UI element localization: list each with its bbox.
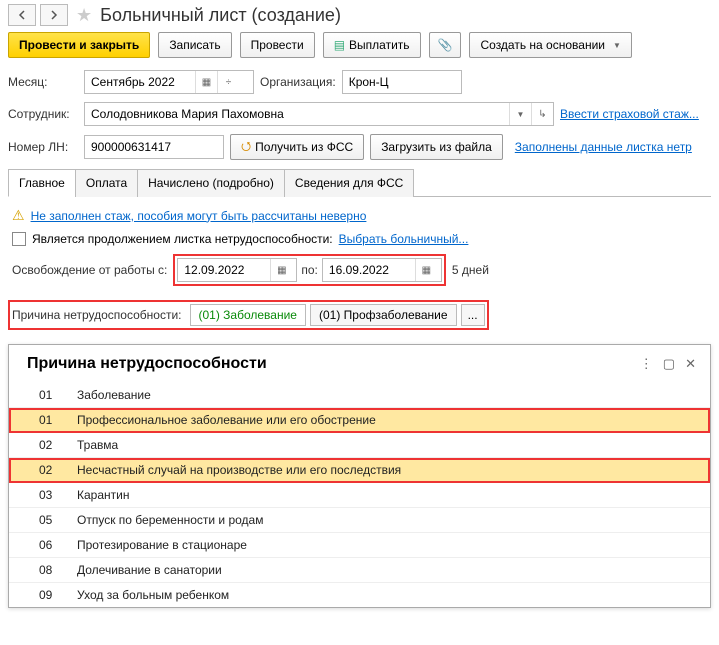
date-from-calendar-icon[interactable]: ▦	[270, 259, 292, 281]
cause-option-name: Протезирование в стационаре	[77, 538, 700, 552]
cause-option-name: Долечивание в санатории	[77, 563, 700, 577]
continuation-label: Является продолжением листка нетрудоспос…	[32, 232, 333, 246]
cause-option-name: Уход за больным ребенком	[77, 588, 700, 602]
employee-open-icon[interactable]: ↳	[531, 103, 553, 125]
cause-option-name: Карантин	[77, 488, 700, 502]
popup-title: Причина нетрудоспособности	[27, 355, 267, 373]
cause-option-name: Травма	[77, 438, 700, 452]
number-input[interactable]	[85, 136, 223, 158]
cause-option-code: 01	[39, 413, 77, 427]
nav-forward-button[interactable]	[40, 4, 68, 26]
period-label: Освобождение от работы с:	[12, 263, 167, 277]
month-spinner-icon[interactable]: ÷	[217, 71, 239, 93]
tab-accrued[interactable]: Начислено (подробно)	[137, 169, 285, 197]
post-and-close-button[interactable]: Провести и закрыть	[8, 32, 150, 58]
cause-option-row[interactable]: 01Профессиональное заболевание или его о…	[9, 408, 710, 433]
org-input[interactable]	[343, 71, 461, 93]
employee-label: Сотрудник:	[8, 107, 78, 121]
post-button[interactable]: Провести	[240, 32, 315, 58]
cause-option-name: Отпуск по беременности и родам	[77, 513, 700, 527]
month-label: Месяц:	[8, 75, 78, 89]
tab-fss[interactable]: Сведения для ФСС	[284, 169, 414, 197]
paperclip-icon: 📎	[438, 38, 453, 52]
write-button[interactable]: Записать	[158, 32, 231, 58]
employee-input[interactable]	[85, 103, 509, 125]
pay-button[interactable]: ▤ Выплатить	[323, 32, 421, 58]
load-from-file-button[interactable]: Загрузить из файла	[370, 134, 503, 160]
cause-option-row[interactable]: 06Протезирование в стационаре	[9, 533, 710, 558]
popup-close-icon[interactable]: ✕	[685, 356, 696, 372]
create-based-on-button[interactable]: Создать на основании	[469, 32, 631, 58]
cause-option-name: Заболевание	[77, 388, 700, 402]
cause-option-code: 02	[39, 463, 77, 477]
filled-data-link[interactable]: Заполнены данные листка нетр	[515, 140, 692, 154]
cause-option-row[interactable]: 09Уход за больным ребенком	[9, 583, 710, 607]
cause-option-row[interactable]: 02Несчастный случай на производстве или …	[9, 458, 710, 483]
cause-more-button[interactable]: ...	[461, 304, 485, 326]
cause-option-row[interactable]: 08Долечивание в санатории	[9, 558, 710, 583]
cause-popup: Причина нетрудоспособности ⋮ ▢ ✕ 01Забол…	[8, 344, 711, 608]
employee-dropdown-icon[interactable]	[509, 103, 531, 125]
date-from-input[interactable]	[178, 259, 270, 281]
cause-option-code: 05	[39, 513, 77, 527]
warning-link[interactable]: Не заполнен стаж, пособия могут быть рас…	[31, 209, 367, 223]
cause-option-code: 03	[39, 488, 77, 502]
warning-icon: ⚠	[12, 207, 25, 224]
month-input[interactable]	[85, 71, 195, 93]
cause-option-row[interactable]: 01Заболевание	[9, 383, 710, 408]
cause-option-code: 01	[39, 388, 77, 402]
page-title: Больничный лист (создание)	[100, 5, 341, 26]
tab-main[interactable]: Главное	[8, 169, 76, 197]
favorite-star-icon[interactable]: ★	[76, 5, 92, 26]
tab-pay[interactable]: Оплата	[75, 169, 138, 197]
cause-option-name: Профессиональное заболевание или его обо…	[77, 413, 700, 427]
cause-option-code: 02	[39, 438, 77, 452]
nav-back-button[interactable]	[8, 4, 36, 26]
attach-button[interactable]: 📎	[429, 32, 462, 58]
cloud-download-icon: ⭯	[241, 137, 251, 158]
document-icon: ▤	[334, 38, 345, 52]
cause-option-row[interactable]: 02Травма	[9, 433, 710, 458]
number-label: Номер ЛН:	[8, 140, 78, 154]
date-to-input[interactable]	[323, 259, 415, 281]
period-days: 5 дней	[452, 263, 489, 277]
get-from-fss-button[interactable]: ⭯ Получить из ФСС	[230, 134, 364, 160]
cause-option-code: 09	[39, 588, 77, 602]
date-to-calendar-icon[interactable]: ▦	[415, 259, 437, 281]
cause-option-name: Несчастный случай на производстве или ег…	[77, 463, 700, 477]
cause-label: Причина нетрудоспособности:	[12, 308, 182, 322]
month-calendar-icon[interactable]: ▦	[195, 71, 217, 93]
insurance-link[interactable]: Ввести страховой стаж...	[560, 107, 699, 121]
select-sick-leave-link[interactable]: Выбрать больничный...	[339, 232, 469, 246]
cause-option-row[interactable]: 05Отпуск по беременности и родам	[9, 508, 710, 533]
period-to-label: по:	[301, 263, 318, 277]
popup-maximize-icon[interactable]: ▢	[663, 356, 675, 372]
org-label: Организация:	[260, 75, 336, 89]
cause-prof-disease-button[interactable]: (01) Профзаболевание	[310, 304, 457, 326]
cause-option-row[interactable]: 03Карантин	[9, 483, 710, 508]
cause-option-code: 08	[39, 563, 77, 577]
cause-option-code: 06	[39, 538, 77, 552]
cause-disease-button[interactable]: (01) Заболевание	[190, 304, 306, 326]
continuation-checkbox[interactable]	[12, 232, 26, 246]
popup-more-icon[interactable]: ⋮	[640, 356, 653, 372]
